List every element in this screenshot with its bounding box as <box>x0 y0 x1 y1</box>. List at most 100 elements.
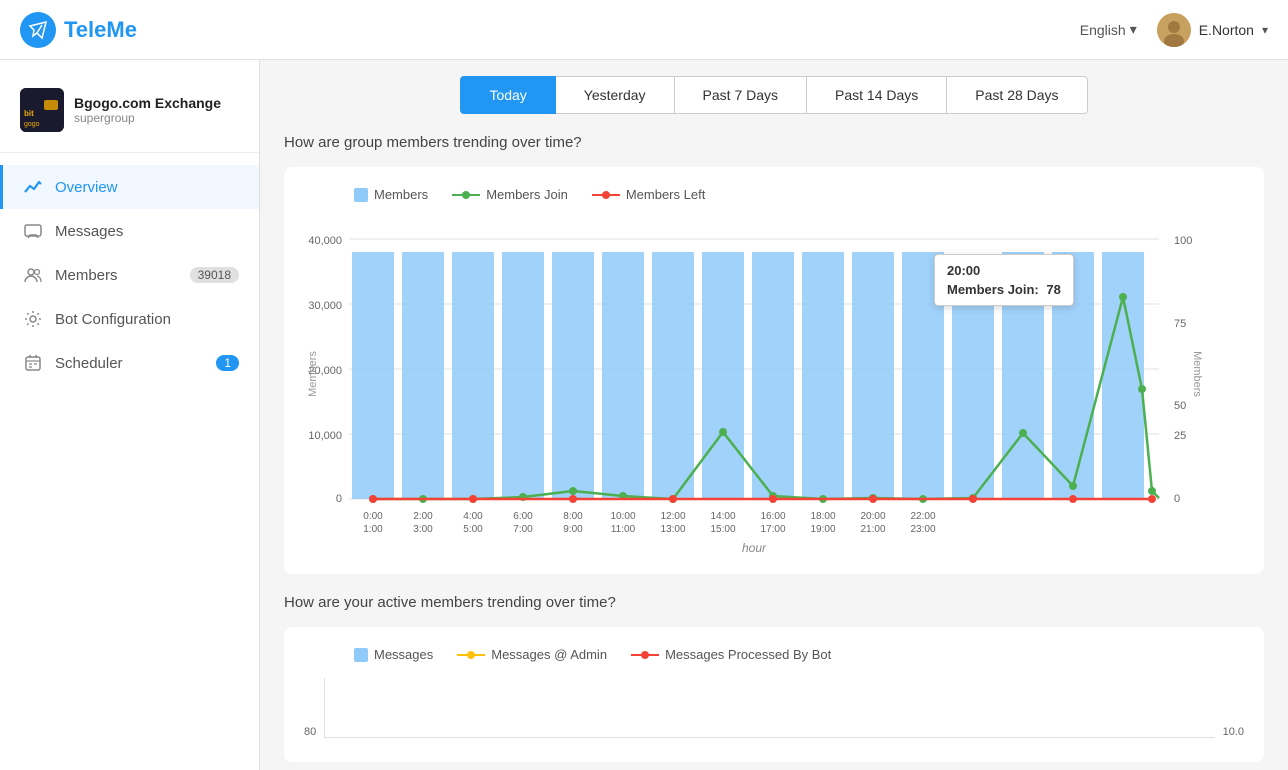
svg-text:4:00: 4:00 <box>463 511 483 522</box>
legend-members-left-label: Members Left <box>626 187 705 202</box>
sidebar-item-label-scheduler: Scheduler <box>55 355 123 372</box>
svg-text:6:00: 6:00 <box>513 511 533 522</box>
chart1-legend: Members Members Join <box>304 187 1244 202</box>
group-type: supergroup <box>74 111 221 125</box>
group-text: Bgogo.com Exchange supergroup <box>74 95 221 125</box>
logo-area: TeleMe <box>20 12 137 48</box>
group-name: Bgogo.com Exchange <box>74 95 221 111</box>
user-name: E.Norton <box>1199 22 1254 38</box>
main-layout: bit gogo Bgogo.com Exchange supergroup <box>0 60 1288 770</box>
chart1-svg-container: 40,000 30,000 20,000 10,000 0 100 75 50 … <box>304 214 1244 554</box>
sidebar-item-messages[interactable]: Messages <box>0 209 259 253</box>
scheduler-badge: 1 <box>216 355 239 371</box>
messages-icon <box>23 221 43 241</box>
legend-chart2-messages-label: Messages <box>374 647 433 662</box>
svg-text:25: 25 <box>1174 430 1186 442</box>
svg-text:10,000: 10,000 <box>308 430 342 442</box>
chart1-title: How are group members trending over time… <box>284 134 1264 151</box>
legend-messages-bot-label: Messages Processed By Bot <box>665 647 831 662</box>
nav-items: Overview Messages <box>0 153 259 397</box>
svg-text:2:00: 2:00 <box>413 511 433 522</box>
legend-messages-bot: Messages Processed By Bot <box>631 647 831 662</box>
legend-members-join-label: Members Join <box>486 187 568 202</box>
svg-text:0: 0 <box>336 493 342 505</box>
svg-text:1:00: 1:00 <box>363 524 383 535</box>
svg-text:Members: Members <box>307 351 319 397</box>
sidebar-item-label-messages: Messages <box>55 223 123 240</box>
chart2-title: How are your active members trending ove… <box>284 594 1264 611</box>
svg-text:0:00: 0:00 <box>363 511 383 522</box>
chart-icon <box>23 177 43 197</box>
top-nav: TeleMe English ▾ E.Norton ▾ <box>0 0 1288 60</box>
legend-members-label: Members <box>374 187 428 202</box>
user-menu[interactable]: E.Norton ▾ <box>1157 13 1268 47</box>
chart1-card: Members Members Join <box>284 167 1264 574</box>
svg-text:50: 50 <box>1174 400 1186 412</box>
tab-yesterday[interactable]: Yesterday <box>556 76 675 114</box>
legend-messages-admin-label: Messages @ Admin <box>491 647 607 662</box>
svg-text:8:00: 8:00 <box>563 511 583 522</box>
sidebar-item-label-members: Members <box>55 267 118 284</box>
chart2-legend: Messages Messages @ Admin <box>304 647 1244 662</box>
gear-icon <box>23 309 43 329</box>
svg-text:20:00: 20:00 <box>860 511 885 522</box>
chart1-section: How are group members trending over time… <box>284 134 1264 574</box>
app-title: TeleMe <box>64 17 137 43</box>
members-badge: 39018 <box>190 267 239 283</box>
tab-past7[interactable]: Past 7 Days <box>675 76 807 114</box>
tab-past28[interactable]: Past 28 Days <box>947 76 1087 114</box>
members-icon <box>23 265 43 285</box>
legend-messages-bot-line <box>631 648 659 662</box>
svg-text:21:00: 21:00 <box>860 524 885 535</box>
svg-text:17:00: 17:00 <box>760 524 785 535</box>
svg-text:15:00: 15:00 <box>710 524 735 535</box>
svg-text:13:00: 13:00 <box>660 524 685 535</box>
svg-text:16:00: 16:00 <box>760 511 785 522</box>
svg-text:bit: bit <box>24 109 34 118</box>
legend-members-left: Members Left <box>592 187 705 202</box>
chart2-y-left: 80 <box>304 726 316 738</box>
svg-text:5:00: 5:00 <box>463 524 483 535</box>
legend-members-color <box>354 188 368 202</box>
legend-members-join: Members Join <box>452 187 568 202</box>
scheduler-icon <box>23 353 43 373</box>
svg-text:23:00: 23:00 <box>910 524 935 535</box>
user-arrow: ▾ <box>1262 23 1268 37</box>
legend-members-join-line <box>452 188 480 202</box>
tabs-row: Today Yesterday Past 7 Days Past 14 Days… <box>284 76 1264 114</box>
sidebar-item-label-overview: Overview <box>55 179 118 196</box>
teleme-logo-icon <box>20 12 56 48</box>
legend-chart2-messages-color <box>354 648 368 662</box>
svg-text:75: 75 <box>1174 318 1186 330</box>
svg-text:22:00: 22:00 <box>910 511 935 522</box>
svg-text:3:00: 3:00 <box>413 524 433 535</box>
svg-text:40,000: 40,000 <box>308 235 342 247</box>
svg-text:14:00: 14:00 <box>710 511 735 522</box>
nav-right: English ▾ E.Norton ▾ <box>1080 13 1268 47</box>
sidebar-item-members[interactable]: Members 39018 <box>0 253 259 297</box>
svg-text:0: 0 <box>1174 493 1180 505</box>
language-label: English <box>1080 22 1126 38</box>
svg-text:100: 100 <box>1174 235 1192 247</box>
svg-text:10:00: 10:00 <box>610 511 635 522</box>
main-content: Today Yesterday Past 7 Days Past 14 Days… <box>260 60 1288 770</box>
svg-text:7:00: 7:00 <box>513 524 533 535</box>
avatar <box>1157 13 1191 47</box>
svg-text:11:00: 11:00 <box>611 524 636 535</box>
sidebar-item-scheduler[interactable]: Scheduler 1 <box>0 341 259 385</box>
svg-text:hour: hour <box>742 541 767 554</box>
legend-messages-admin-line <box>457 648 485 662</box>
legend-chart2-messages: Messages <box>354 647 433 662</box>
chart2-card: Messages Messages @ Admin <box>284 627 1264 762</box>
sidebar: bit gogo Bgogo.com Exchange supergroup <box>0 60 260 770</box>
tab-past14[interactable]: Past 14 Days <box>807 76 947 114</box>
legend-messages-admin: Messages @ Admin <box>457 647 607 662</box>
svg-text:19:00: 19:00 <box>810 524 835 535</box>
language-selector[interactable]: English ▾ <box>1080 21 1137 38</box>
svg-text:Members: Members <box>1191 351 1203 397</box>
svg-text:18:00: 18:00 <box>810 511 835 522</box>
chart2-y-right: 10.0 <box>1223 726 1244 738</box>
sidebar-item-overview[interactable]: Overview <box>0 165 259 209</box>
tab-today[interactable]: Today <box>460 76 555 114</box>
sidebar-item-bot-config[interactable]: Bot Configuration <box>0 297 259 341</box>
